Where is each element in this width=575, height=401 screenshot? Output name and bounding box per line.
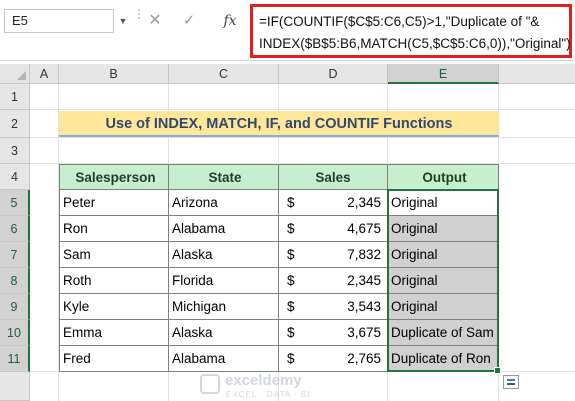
cell-state[interactable]: Alaska — [169, 242, 279, 268]
row-header-2[interactable]: 2 — [0, 110, 30, 138]
sales-amount: 3,543 — [347, 299, 381, 314]
currency-symbol: $ — [287, 221, 295, 236]
enter-button[interactable]: ✓ — [178, 10, 200, 32]
select-all-button[interactable] — [0, 64, 30, 84]
currency-symbol: $ — [287, 299, 295, 314]
cell-salesperson[interactable]: Ron — [59, 216, 169, 242]
quick-analysis-button[interactable] — [503, 375, 519, 389]
name-box[interactable]: E5 — [4, 9, 114, 33]
watermark-name: exceldemy — [225, 372, 302, 389]
cell-salesperson[interactable]: Kyle — [59, 294, 169, 320]
formula-input[interactable]: =IF(COUNTIF($C$5:C6,C5)>1,"Duplicate of … — [250, 4, 572, 58]
sales-amount: 2,345 — [347, 273, 381, 288]
cell-state[interactable]: Alabama — [169, 346, 279, 372]
row-header-10[interactable]: 10 — [0, 320, 30, 346]
currency-symbol: $ — [287, 351, 295, 366]
row-header-1[interactable]: 1 — [0, 84, 30, 110]
cell-salesperson[interactable]: Emma — [59, 320, 169, 346]
gridline — [30, 109, 575, 110]
select-all-icon — [17, 71, 26, 80]
currency-symbol: $ — [287, 273, 295, 288]
cell-state[interactable]: Alaska — [169, 320, 279, 346]
cell-output[interactable]: Original — [388, 216, 499, 242]
cell-salesperson[interactable]: Roth — [59, 268, 169, 294]
column-header-c[interactable]: C — [169, 64, 279, 84]
sales-amount: 3,675 — [347, 325, 381, 340]
cell-output[interactable]: Original — [388, 268, 499, 294]
currency-symbol: $ — [287, 325, 295, 340]
cell-salesperson[interactable]: Peter — [59, 190, 169, 216]
cancel-button[interactable]: ✕ — [144, 10, 166, 32]
cell-sales[interactable]: $3,543 — [279, 294, 388, 320]
cell-output[interactable]: Original — [388, 190, 499, 216]
fill-handle[interactable] — [494, 367, 501, 374]
cell-output[interactable]: Original — [388, 294, 499, 320]
column-header-b[interactable]: B — [59, 64, 169, 84]
insert-function-button[interactable]: fx — [218, 10, 242, 32]
sheet-title: Use of INDEX, MATCH, IF, and COUNTIF Fun… — [59, 111, 499, 137]
row-header-12[interactable] — [0, 372, 30, 401]
cell-sales[interactable]: $2,765 — [279, 346, 388, 372]
drag-handle-icon[interactable]: ⋮ — [133, 8, 145, 31]
formula-line-2: INDEX($B$5:B6,MATCH(C5,$C$5:C6,0)),"Orig… — [259, 36, 571, 51]
row-header-3[interactable]: 3 — [0, 138, 30, 164]
gridline — [30, 137, 575, 138]
row-header-4[interactable]: 4 — [0, 164, 30, 190]
column-header-e[interactable]: E — [388, 64, 499, 84]
row-header-7[interactable]: 7 — [0, 242, 30, 268]
cell-output[interactable]: Duplicate of Ron — [388, 346, 499, 372]
formula-bar: E5 ▼ ⋮ ✕ ✓ fx =IF(COUNTIF($C$5:C6,C5)>1,… — [0, 0, 575, 61]
currency-symbol: $ — [287, 195, 295, 210]
cell-sales[interactable]: $3,675 — [279, 320, 388, 346]
cell-state[interactable]: Arizona — [169, 190, 279, 216]
cell-sales[interactable]: $7,832 — [279, 242, 388, 268]
chevron-down-icon[interactable]: ▼ — [117, 13, 129, 29]
cell-state[interactable]: Florida — [169, 268, 279, 294]
column-header-d[interactable]: D — [279, 64, 388, 84]
cell-state[interactable]: Michigan — [169, 294, 279, 320]
cell-output[interactable]: Original — [388, 242, 499, 268]
header-state[interactable]: State — [169, 164, 279, 190]
column-header-a[interactable]: A — [30, 64, 59, 84]
formula-line-1: =IF(COUNTIF($C$5:C6,C5)>1,"Duplicate of … — [259, 14, 540, 29]
cell-salesperson[interactable]: Fred — [59, 346, 169, 372]
sales-amount: 2,345 — [347, 195, 381, 210]
row-header-8[interactable]: 8 — [0, 268, 30, 294]
sales-amount: 2,765 — [347, 351, 381, 366]
watermark: exceldemy EXCEL · DATA · BI — [200, 370, 400, 400]
row-header-6[interactable]: 6 — [0, 216, 30, 242]
row-header-9[interactable]: 9 — [0, 294, 30, 320]
row-header-11[interactable]: 11 — [0, 346, 30, 372]
sales-amount: 4,675 — [347, 221, 381, 236]
quick-analysis-icon — [507, 379, 515, 385]
exceldemy-logo-icon — [200, 374, 220, 394]
cell-salesperson[interactable]: Sam — [59, 242, 169, 268]
column-header-f[interactable] — [499, 64, 575, 84]
header-output[interactable]: Output — [388, 164, 499, 190]
cell-state[interactable]: Alabama — [169, 216, 279, 242]
cell-sales[interactable]: $2,345 — [279, 268, 388, 294]
watermark-tagline: EXCEL · DATA · BI — [226, 390, 311, 399]
cell-sales[interactable]: $4,675 — [279, 216, 388, 242]
currency-symbol: $ — [287, 247, 295, 262]
header-sales[interactable]: Sales — [279, 164, 388, 190]
cell-output[interactable]: Duplicate of Sam — [388, 320, 499, 346]
sales-amount: 7,832 — [347, 247, 381, 262]
cell-sales[interactable]: $2,345 — [279, 190, 388, 216]
header-salesperson[interactable]: Salesperson — [59, 164, 169, 190]
row-header-5[interactable]: 5 — [0, 190, 30, 216]
